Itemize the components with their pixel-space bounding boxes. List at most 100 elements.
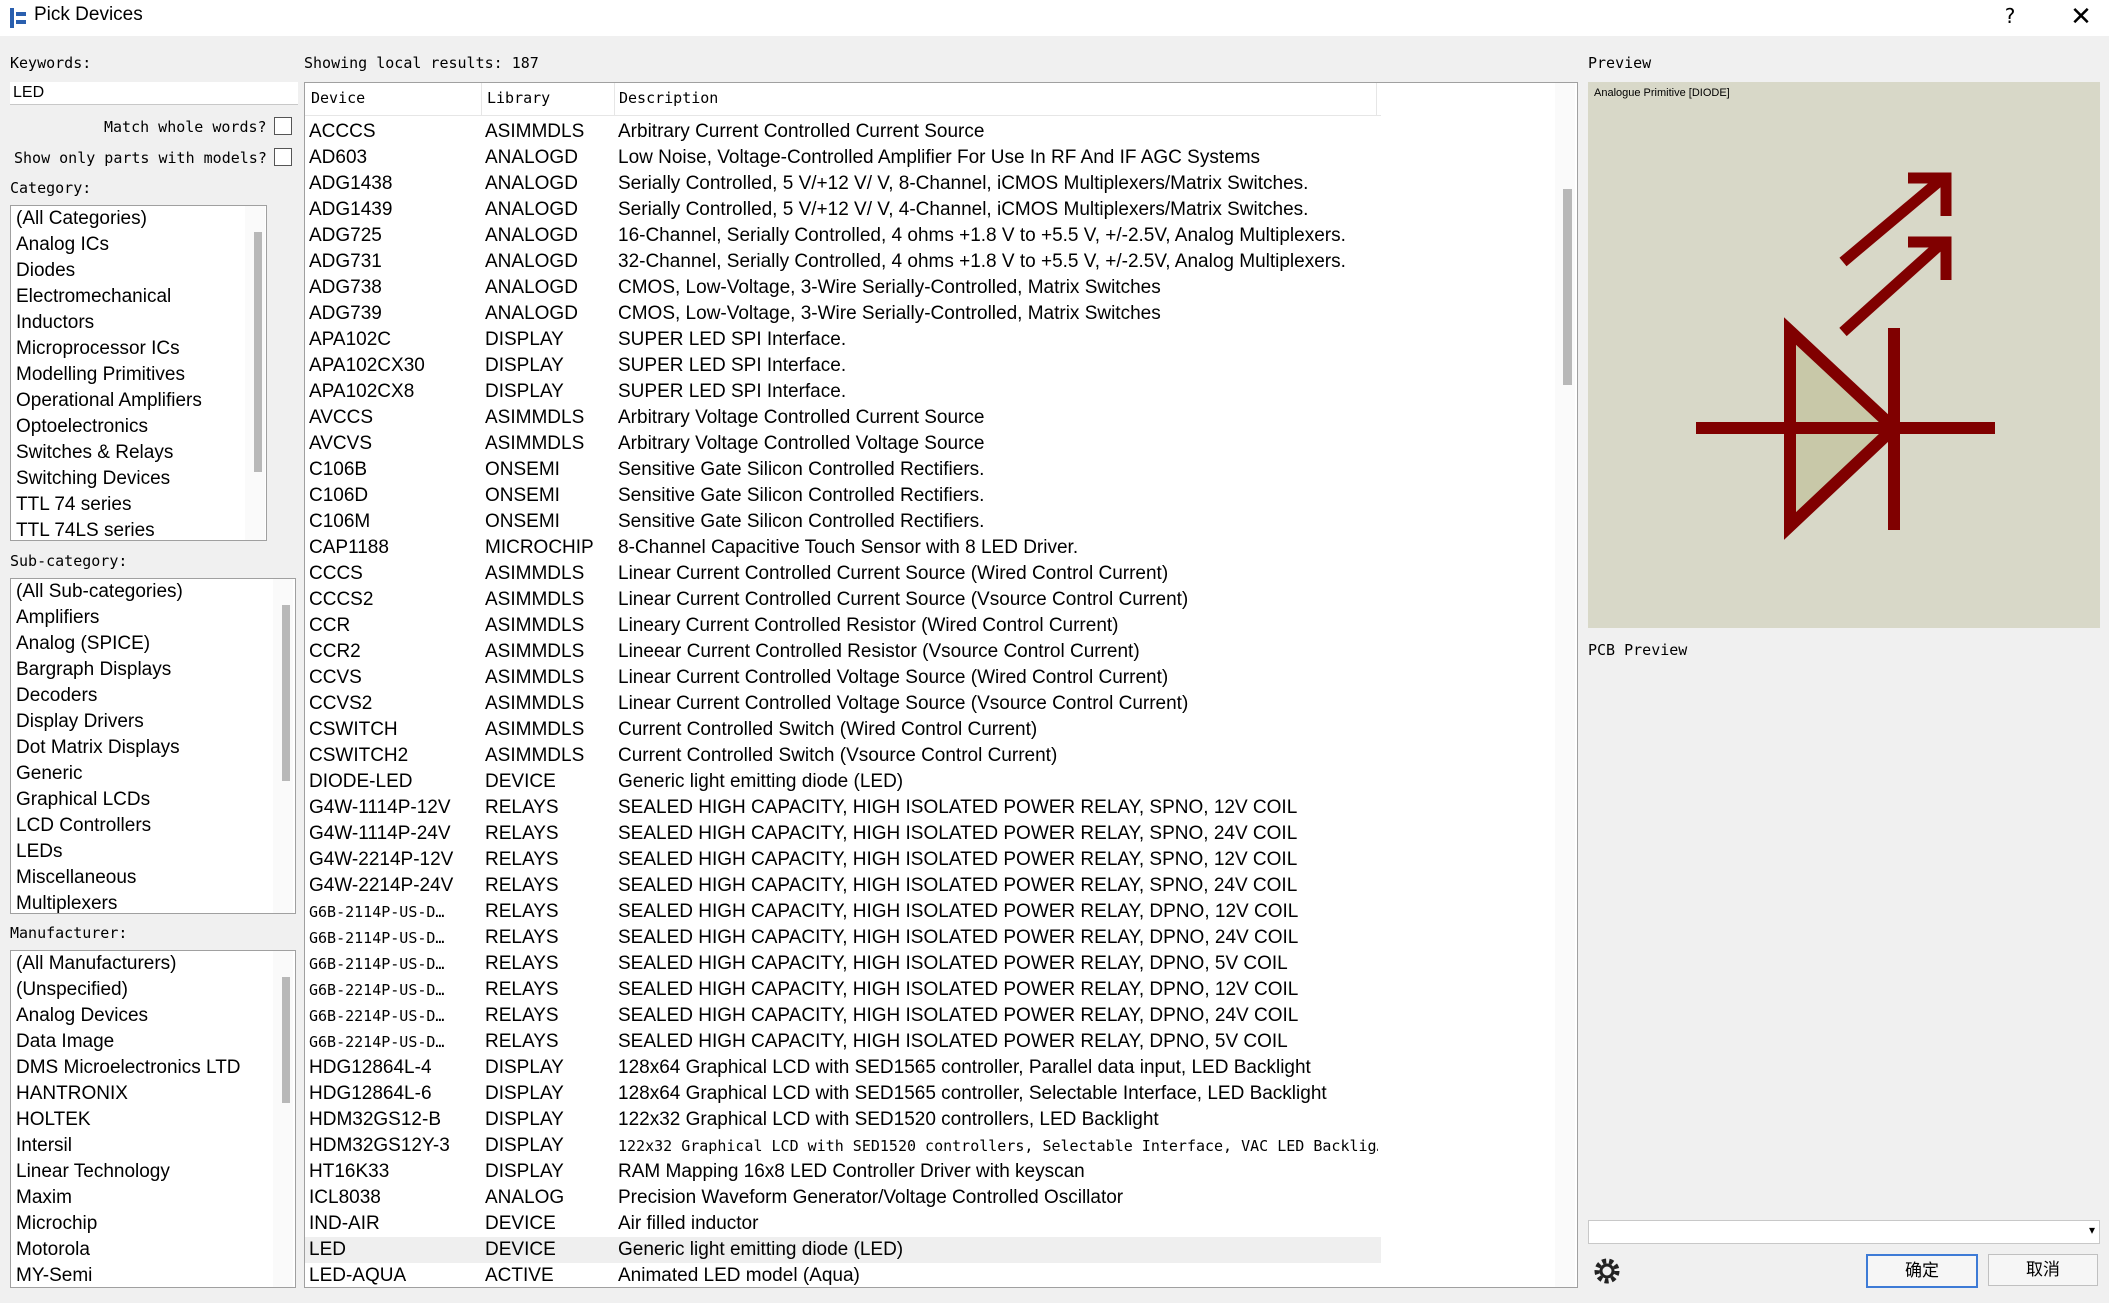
show-models-checkbox[interactable]: [274, 148, 292, 166]
category-item[interactable]: Switching Devices: [11, 466, 266, 492]
category-item[interactable]: TTL 74LS series: [11, 518, 266, 540]
subcategory-item[interactable]: LCD Controllers: [11, 813, 295, 839]
subcategory-item[interactable]: Bargraph Displays: [11, 657, 295, 683]
column-device[interactable]: Device: [311, 89, 365, 107]
subcategory-item[interactable]: Generic: [11, 761, 295, 787]
table-row[interactable]: HDM32GS12-B DISPLAY 122x32 Graphical LCD w…: [305, 1107, 1381, 1133]
category-item[interactable]: Switches & Relays: [11, 440, 266, 466]
category-item[interactable]: Analog ICs: [11, 232, 266, 258]
table-row[interactable]: HT16K33 DISPLAY RAM Mapping 16x8 LED Contr…: [305, 1159, 1381, 1185]
cancel-button[interactable]: 取消: [1988, 1254, 2098, 1286]
manufacturer-item[interactable]: Data Image: [11, 1029, 295, 1055]
table-row[interactable]: ICL8038 ANALOG Precision Waveform Generato…: [305, 1185, 1381, 1211]
table-row[interactable]: G6B-2214P-US-D… RELAYS SEALED HIGH CAPACIT…: [305, 1003, 1381, 1029]
table-row[interactable]: AVCVS ASIMMDLS Arbitrary Voltage Controlle…: [305, 431, 1381, 457]
table-row[interactable]: G4W-2214P-12V RELAYS SEALED HIGH CAPACITY,…: [305, 847, 1381, 873]
table-row[interactable]: G6B-2214P-US-D… RELAYS SEALED HIGH CAPACIT…: [305, 1029, 1381, 1055]
table-row[interactable]: ADG738 ANALOGD CMOS, Low-Voltage, 3-Wire S…: [305, 275, 1381, 301]
keywords-input[interactable]: [10, 82, 298, 105]
table-row[interactable]: C106B ONSEMI Sensitive Gate Silicon Contro…: [305, 457, 1381, 483]
table-row[interactable]: AVCCS ASIMMDLS Arbitrary Voltage Controlle…: [305, 405, 1381, 431]
category-item[interactable]: Microprocessor ICs: [11, 336, 266, 362]
table-row[interactable]: ADG1438 ANALOGD Serially Controlled, 5 V/+…: [305, 171, 1381, 197]
table-row[interactable]: APA102CX30 DISPLAY SUPER LED SPI Interface…: [305, 353, 1381, 379]
close-button[interactable]: ✕: [2066, 2, 2096, 32]
manufacturer-item[interactable]: Linear Technology: [11, 1159, 295, 1185]
subcategory-item[interactable]: Miscellaneous: [11, 865, 295, 891]
category-item[interactable]: Electromechanical: [11, 284, 266, 310]
table-row[interactable]: HDG12864L-6 DISPLAY 128x64 Graphical LCD w…: [305, 1081, 1381, 1107]
gear-icon[interactable]: [1590, 1254, 1624, 1288]
table-row[interactable]: CCR2 ASIMMDLS Lineear Current Controlled R…: [305, 639, 1381, 665]
category-list[interactable]: (All Categories) Analog ICs Diodes Electrom…: [10, 205, 267, 541]
help-button[interactable]: ?: [1998, 4, 2022, 32]
table-row[interactable]: G4W-2214P-24V RELAYS SEALED HIGH CAPACITY,…: [305, 873, 1381, 899]
subcategory-scrollbar[interactable]: [273, 579, 293, 913]
table-row[interactable]: CAP1188 MICROCHIP 8-Channel Capacitive Tou…: [305, 535, 1381, 561]
subcategory-item[interactable]: Decoders: [11, 683, 295, 709]
table-row[interactable]: CSWITCH ASIMMDLS Current Controlled Switch…: [305, 717, 1381, 743]
package-select[interactable]: ▾: [1588, 1220, 2100, 1244]
manufacturer-item[interactable]: Motorola: [11, 1237, 295, 1263]
category-item[interactable]: Inductors: [11, 310, 266, 336]
manufacturer-item[interactable]: HOLTEK: [11, 1107, 295, 1133]
subcategory-item[interactable]: LEDs: [11, 839, 295, 865]
manufacturer-scrollbar[interactable]: [273, 951, 293, 1287]
table-row[interactable]: CCR ASIMMDLS Lineary Current Controlled Re…: [305, 613, 1381, 639]
manufacturer-item[interactable]: Analog Devices: [11, 1003, 295, 1029]
ok-button[interactable]: 确定: [1866, 1254, 1978, 1288]
manufacturer-item[interactable]: (All Manufacturers): [11, 951, 295, 977]
manufacturer-list[interactable]: (All Manufacturers) (Unspecified) Analog D…: [10, 950, 296, 1288]
results-table[interactable]: Device Library Description ACCCS ASIMMDLS…: [304, 82, 1578, 1288]
table-row[interactable]: C106M ONSEMI Sensitive Gate Silicon Contro…: [305, 509, 1381, 535]
table-row[interactable]: APA102C DISPLAY SUPER LED SPI Interface.: [305, 327, 1381, 353]
subcategory-item[interactable]: Multiplexers: [11, 891, 295, 913]
manufacturer-item[interactable]: (Unspecified): [11, 977, 295, 1003]
table-row[interactable]: CCCS ASIMMDLS Linear Current Controlled Cu…: [305, 561, 1381, 587]
category-item[interactable]: Optoelectronics: [11, 414, 266, 440]
match-whole-words-checkbox[interactable]: [274, 117, 292, 135]
table-row[interactable]: G4W-1114P-24V RELAYS SEALED HIGH CAPACITY,…: [305, 821, 1381, 847]
table-row[interactable]: G6B-2114P-US-D… RELAYS SEALED HIGH CAPACIT…: [305, 899, 1381, 925]
manufacturer-item[interactable]: MY-Semi: [11, 1263, 295, 1287]
table-row[interactable]: CCVS2 ASIMMDLS Linear Current Controlled V…: [305, 691, 1381, 717]
table-row[interactable]: LED-AQUA ACTIVE Animated LED model (Aqua): [305, 1263, 1381, 1287]
table-row[interactable]: ADG739 ANALOGD CMOS, Low-Voltage, 3-Wire S…: [305, 301, 1381, 327]
table-row[interactable]: CCCS2 ASIMMDLS Linear Current Controlled C…: [305, 587, 1381, 613]
category-item[interactable]: Operational Amplifiers: [11, 388, 266, 414]
table-row[interactable]: LED DEVICE Generic light emitting diode (L…: [305, 1237, 1381, 1263]
table-row[interactable]: HDM32GS12Y-3 DISPLAY 122x32 Graphical LCD …: [305, 1133, 1381, 1159]
table-row[interactable]: ADG1439 ANALOGD Serially Controlled, 5 V/+…: [305, 197, 1381, 223]
table-row[interactable]: CSWITCH2 ASIMMDLS Current Controlled Switc…: [305, 743, 1381, 769]
table-row[interactable]: G6B-2114P-US-D… RELAYS SEALED HIGH CAPACIT…: [305, 951, 1381, 977]
category-item[interactable]: Diodes: [11, 258, 266, 284]
category-scrollbar[interactable]: [245, 206, 265, 540]
manufacturer-item[interactable]: Microchip: [11, 1211, 295, 1237]
column-library[interactable]: Library: [487, 89, 550, 107]
table-row[interactable]: ADG731 ANALOGD 32-Channel, Serially Contro…: [305, 249, 1381, 275]
table-row[interactable]: ADG725 ANALOGD 16-Channel, Serially Contro…: [305, 223, 1381, 249]
table-row[interactable]: ACCCS ASIMMDLS Arbitrary Current Controlle…: [305, 119, 1381, 145]
results-scrollbar[interactable]: [1555, 83, 1575, 1287]
subcategory-item[interactable]: Graphical LCDs: [11, 787, 295, 813]
category-item[interactable]: Modelling Primitives: [11, 362, 266, 388]
table-row[interactable]: C106D ONSEMI Sensitive Gate Silicon Contro…: [305, 483, 1381, 509]
table-row[interactable]: IND-AIR DEVICE Air filled inductor: [305, 1211, 1381, 1237]
manufacturer-item[interactable]: DMS Microelectronics LTD: [11, 1055, 295, 1081]
manufacturer-item[interactable]: Maxim: [11, 1185, 295, 1211]
subcategory-item[interactable]: Dot Matrix Displays: [11, 735, 295, 761]
manufacturer-item[interactable]: HANTRONIX: [11, 1081, 295, 1107]
subcategory-item[interactable]: Display Drivers: [11, 709, 295, 735]
table-row[interactable]: G4W-1114P-12V RELAYS SEALED HIGH CAPACITY,…: [305, 795, 1381, 821]
table-row[interactable]: G6B-2214P-US-D… RELAYS SEALED HIGH CAPACIT…: [305, 977, 1381, 1003]
manufacturer-item[interactable]: Intersil: [11, 1133, 295, 1159]
column-description[interactable]: Description: [619, 89, 718, 107]
category-item[interactable]: TTL 74 series: [11, 492, 266, 518]
table-row[interactable]: G6B-2114P-US-D… RELAYS SEALED HIGH CAPACIT…: [305, 925, 1381, 951]
subcategory-item[interactable]: Amplifiers: [11, 605, 295, 631]
table-row[interactable]: DIODE-LED DEVICE Generic light emitting di…: [305, 769, 1381, 795]
subcategory-item[interactable]: (All Sub-categories): [11, 579, 295, 605]
table-row[interactable]: AD603 ANALOGD Low Noise, Voltage-Controlle…: [305, 145, 1381, 171]
category-item[interactable]: (All Categories): [11, 206, 266, 232]
subcategory-item[interactable]: Analog (SPICE): [11, 631, 295, 657]
